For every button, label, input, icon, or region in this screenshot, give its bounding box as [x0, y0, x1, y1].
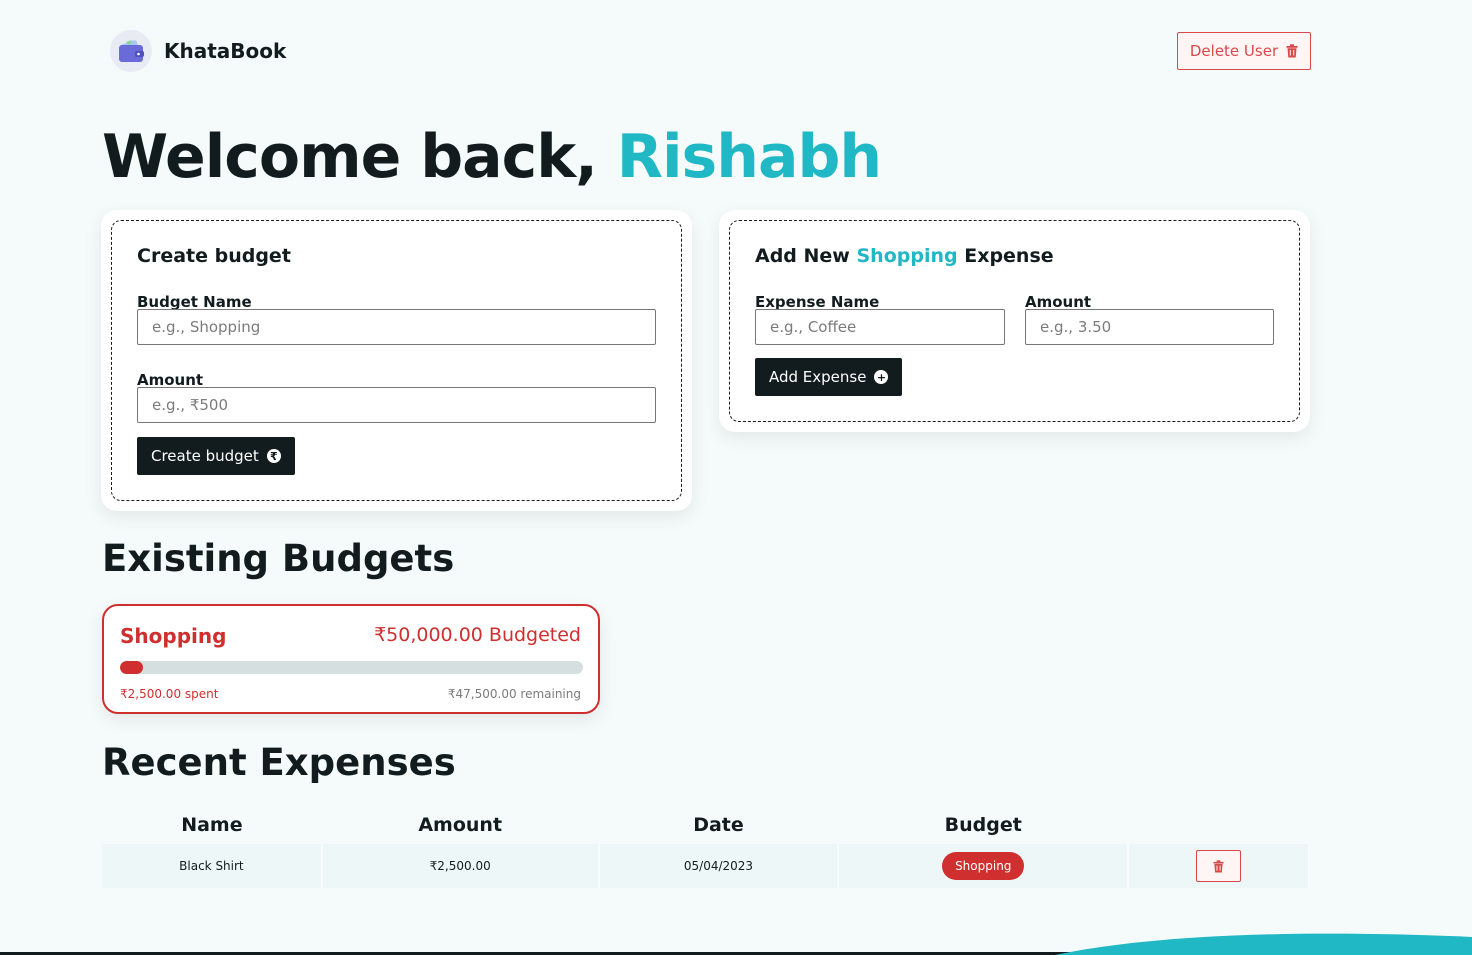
trash-icon	[1213, 859, 1224, 872]
delete-expense-button[interactable]	[1196, 850, 1242, 882]
budget-link-pill[interactable]: Shopping	[942, 852, 1025, 880]
create-budget-title: Create budget	[137, 245, 291, 267]
column-header-amount: Amount	[418, 814, 503, 836]
welcome-prefix: Welcome back,	[102, 122, 617, 192]
existing-budgets-heading: Existing Budgets	[102, 537, 455, 580]
wallet-icon	[110, 30, 152, 72]
expense-date-cell: 05/04/2023	[598, 844, 840, 888]
rupee-circle-icon: ₹	[266, 449, 281, 463]
add-expense-button-label: Add Expense	[769, 368, 867, 386]
delete-user-button[interactable]: Delete User	[1177, 32, 1311, 70]
expense-amount-input[interactable]	[1025, 309, 1274, 345]
decorative-wave	[0, 933, 1472, 955]
home-link[interactable]: KhataBook	[110, 30, 286, 72]
add-expense-title-prefix: Add New	[755, 245, 857, 267]
create-budget-button[interactable]: Create budget ₹	[137, 437, 295, 475]
budget-name-input[interactable]	[137, 309, 656, 345]
expenses-table: Name Amount Date Budget Black Shirt ₹2,5…	[102, 806, 1310, 888]
add-expense-budget-name: Shopping	[856, 245, 958, 267]
expense-budget-cell: Shopping	[838, 844, 1130, 888]
add-expense-button[interactable]: Add Expense +	[755, 358, 903, 396]
add-expense-title-suffix: Expense	[957, 245, 1054, 267]
expense-amount-cell: ₹2,500.00	[321, 844, 600, 888]
budget-progress-bar	[120, 661, 583, 674]
brand-name: KhataBook	[164, 39, 287, 63]
budget-card-spent: ₹2,500.00 spent	[120, 687, 219, 701]
delete-user-label: Delete User	[1189, 42, 1279, 60]
create-budget-button-label: Create budget	[151, 447, 259, 465]
budget-amount-input[interactable]	[137, 387, 656, 423]
trash-icon	[1286, 44, 1298, 58]
budget-card-name: Shopping	[120, 624, 227, 648]
user-name: Rishabh	[616, 122, 882, 192]
budget-card-remaining: ₹47,500.00 remaining	[447, 687, 581, 701]
expense-name-input[interactable]	[755, 309, 1005, 345]
navbar: KhataBook Delete User	[110, 30, 1311, 74]
budget-card-amount: ₹50,000.00 Budgeted	[374, 624, 581, 646]
table-header-row: Name Amount Date Budget	[102, 806, 1309, 844]
expense-actions-cell	[1128, 844, 1310, 888]
add-expense-title: Add New Shopping Expense	[755, 245, 1054, 267]
column-header-date: Date	[693, 814, 744, 836]
table-row: Black Shirt ₹2,500.00 05/04/2023 Shoppin…	[102, 844, 1310, 888]
column-header-budget: Budget	[944, 814, 1022, 836]
create-budget-card: Create budget Budget Name Amount Create …	[101, 210, 692, 511]
plus-circle-icon: +	[874, 370, 889, 384]
expense-name-cell: Black Shirt	[102, 844, 323, 888]
column-header-name: Name	[181, 814, 243, 836]
page-title: Welcome back, Rishabh	[102, 122, 882, 192]
column-header-actions	[1128, 806, 1309, 844]
budget-progress-fill	[120, 661, 144, 674]
budget-card[interactable]: Shopping ₹50,000.00 Budgeted ₹2,500.00 s…	[102, 604, 600, 714]
recent-expenses-heading: Recent Expenses	[102, 741, 456, 784]
add-expense-card: Add New Shopping Expense Expense Name Am…	[719, 210, 1310, 432]
